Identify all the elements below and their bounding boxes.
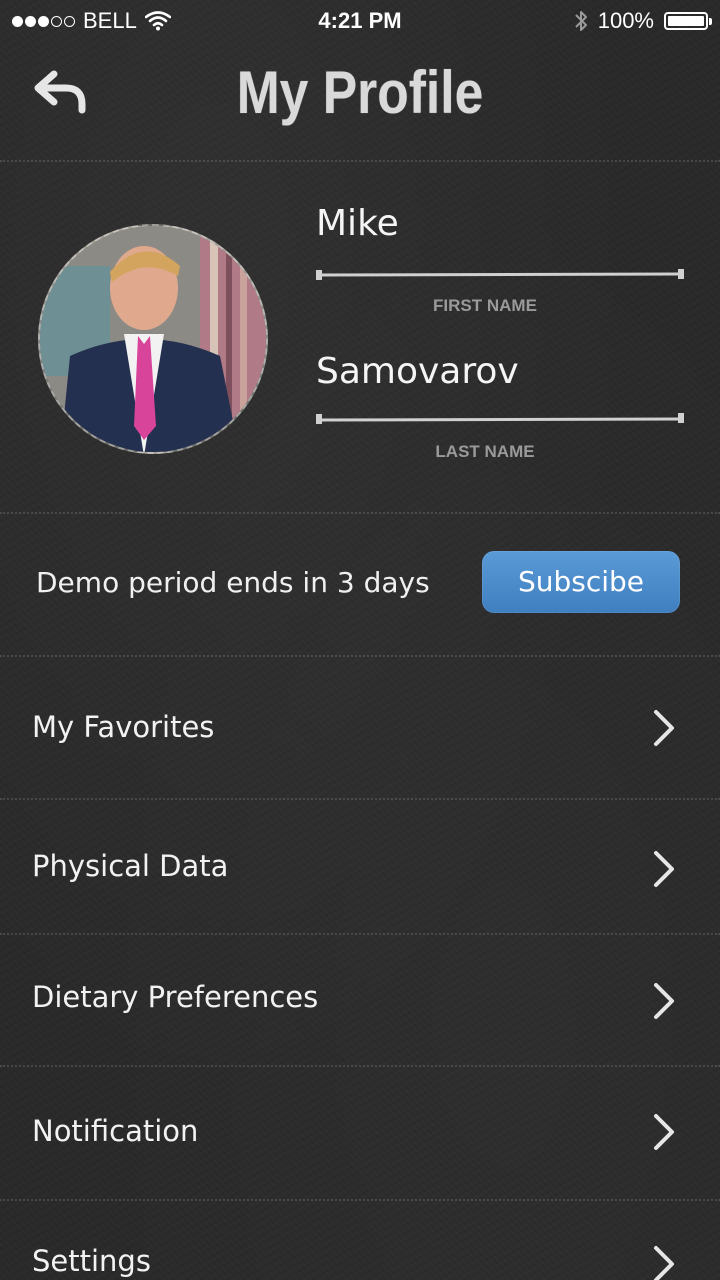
menu-item-physical-data[interactable]: Physical Data	[0, 799, 720, 933]
menu-item-label: My Favorites	[32, 710, 215, 744]
avatar[interactable]	[38, 224, 268, 454]
last-name-value: Samovarov	[316, 351, 519, 392]
menu-item-label: Physical Data	[32, 849, 229, 883]
menu-item-my-favorites[interactable]: My Favorites	[0, 656, 720, 798]
menu-item-settings[interactable]: Settings	[0, 1200, 720, 1280]
subscribe-button[interactable]: Subscibe	[482, 551, 680, 613]
bluetooth-icon	[575, 11, 587, 31]
last-name-field[interactable]	[314, 412, 686, 426]
chevron-right-icon	[654, 710, 674, 746]
menu-item-label: Notification	[32, 1114, 199, 1148]
menu-item-label: Dietary Preferences	[32, 980, 319, 1014]
divider	[0, 160, 720, 162]
first-name-label: FIRST NAME	[433, 296, 537, 315]
demo-period-text: Demo period ends in 3 days	[36, 566, 430, 599]
first-name-field[interactable]	[314, 268, 686, 282]
menu-item-notification[interactable]: Notification	[0, 1066, 720, 1199]
chevron-right-icon	[654, 1246, 674, 1280]
status-bar: BELL 4:21 PM 100%	[0, 0, 720, 40]
status-right: 100%	[574, 8, 712, 34]
menu-item-dietary-preferences[interactable]: Dietary Preferences	[0, 934, 720, 1065]
menu-item-label: Settings	[32, 1244, 151, 1278]
profile-screen: BELL 4:21 PM 100% My Profile Mike FIRST …	[0, 0, 720, 1280]
page-title: My Profile	[236, 59, 484, 126]
chevron-right-icon	[654, 983, 674, 1019]
last-name-label: LAST NAME	[435, 442, 535, 461]
battery-percent: 100%	[597, 8, 654, 33]
avatar-photo	[40, 226, 266, 452]
divider	[0, 512, 720, 514]
battery-fill	[668, 16, 704, 26]
battery-icon	[664, 12, 712, 30]
chevron-right-icon	[654, 851, 674, 887]
header: My Profile	[0, 40, 720, 160]
first-name-value: Mike	[316, 203, 399, 244]
chevron-right-icon	[654, 1114, 674, 1150]
